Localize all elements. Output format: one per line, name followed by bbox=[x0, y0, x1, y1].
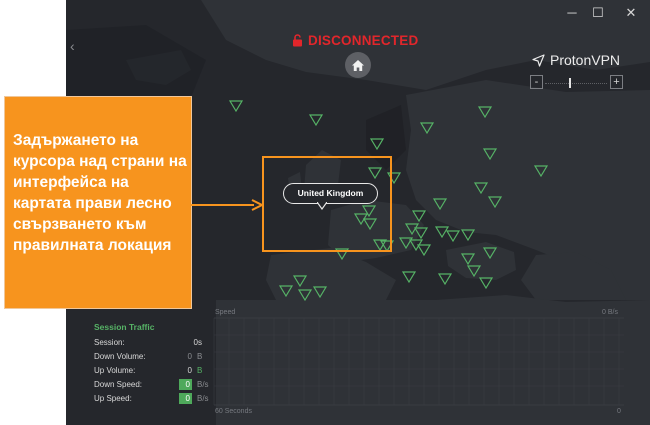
zoom-out-button[interactable]: - bbox=[530, 75, 543, 89]
zoom-slider-thumb[interactable] bbox=[569, 78, 571, 88]
maximize-button[interactable]: ☐ bbox=[588, 4, 608, 22]
proton-arrow-icon bbox=[532, 53, 545, 67]
up-speed-row: Up Speed: 0 B/s bbox=[94, 393, 209, 404]
session-traffic-panel: Session Traffic Session: 0s Down Volume:… bbox=[94, 322, 216, 407]
title-bar: ─ ☐ ✕ bbox=[66, 0, 650, 26]
graph-max-speed: 0 B/s bbox=[602, 309, 618, 316]
callout-arrow-icon bbox=[190, 199, 264, 211]
zoom-slider-track[interactable] bbox=[545, 83, 607, 85]
down-volume-row: Down Volume: 0 B bbox=[94, 352, 203, 361]
down-speed-row: Down Speed: 0 B/s bbox=[94, 379, 209, 390]
graph-zero: 0 bbox=[617, 408, 621, 415]
zoom-control: - + bbox=[530, 75, 623, 91]
hover-highlight-box bbox=[262, 156, 392, 252]
callout-text: Задържането на курсора над страни на инт… bbox=[13, 132, 187, 254]
annotation-callout: Задържането на курсора над страни на инт… bbox=[4, 96, 192, 309]
session-traffic-title: Session Traffic bbox=[94, 322, 155, 332]
session-row: Session: 0s bbox=[94, 338, 202, 347]
connection-status: DISCONNECTED bbox=[292, 33, 418, 48]
collapse-sidebar-chevron-icon[interactable]: ‹ bbox=[70, 38, 75, 54]
country-tooltip: United Kingdom bbox=[283, 183, 378, 204]
status-label: DISCONNECTED bbox=[308, 33, 419, 48]
graph-title: Speed bbox=[215, 309, 236, 316]
close-button[interactable]: ✕ bbox=[621, 4, 641, 22]
brand-name: ProtonVPN bbox=[550, 52, 621, 68]
graph-time-window: 60 Seconds bbox=[215, 408, 252, 415]
unlocked-padlock-icon bbox=[293, 34, 302, 47]
home-icon bbox=[352, 59, 364, 71]
tooltip-pointer bbox=[317, 202, 327, 210]
minimize-button[interactable]: ─ bbox=[562, 4, 582, 22]
home-button[interactable] bbox=[345, 52, 371, 78]
zoom-in-button[interactable]: + bbox=[610, 75, 623, 89]
protonvpn-logo: ProtonVPN bbox=[532, 52, 620, 68]
up-volume-row: Up Volume: 0 B bbox=[94, 366, 203, 375]
